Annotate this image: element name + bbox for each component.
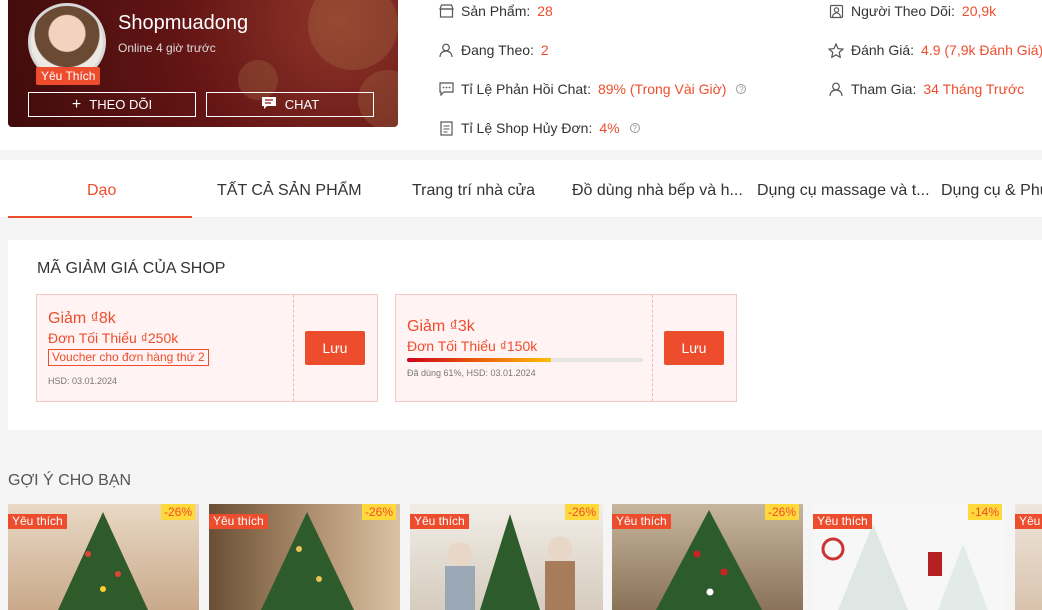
voucher-card: Giảm ₫3k Đơn Tối Thiểu ₫150k Đã dùng 61%… xyxy=(395,294,737,402)
favorite-tag: Yêu thích xyxy=(813,514,872,529)
discount-badge: -14% xyxy=(967,504,1002,520)
voucher-section: MÃ GIẢM GIÁ CỦA SHOP Giảm ₫8k Đơn Tối Th… xyxy=(8,240,1042,430)
tab-all-products[interactable]: TẤT CẢ SẢN PHẨM xyxy=(217,160,362,218)
discount-badge: -26% xyxy=(764,504,799,520)
active-tab-indicator xyxy=(8,216,192,218)
chat-icon xyxy=(261,96,277,113)
favorite-tag: Yêu xyxy=(1015,514,1042,529)
product-card[interactable]: Yêu thích -26% xyxy=(209,504,400,610)
chat-button[interactable]: CHAT xyxy=(206,92,374,117)
voucher-title: MÃ GIẢM GIÁ CỦA SHOP xyxy=(37,260,226,277)
follow-button[interactable]: + THEO DÕI xyxy=(28,92,196,117)
stat-joined: Tham Gia: 34 Tháng Trước xyxy=(828,81,1024,97)
product-card[interactable]: Yêu thích -14% xyxy=(813,504,1006,610)
follow-label: THEO DÕI xyxy=(89,97,153,112)
stat-products: Sản Phẩm: 28 xyxy=(438,3,553,19)
help-icon[interactable]: ? xyxy=(629,123,640,133)
voucher-discount: Giảm ₫3k xyxy=(407,318,475,335)
cancel-rate-value: 4% xyxy=(599,120,620,136)
rating-value: 4.9 (7,9k Đánh Giá) xyxy=(921,42,1042,58)
tab-massage[interactable]: Dụng cụ massage và t... xyxy=(757,160,930,218)
user-icon xyxy=(438,42,454,58)
stat-cancel-rate: Tỉ Lệ Shop Hủy Đơn: 4% ? xyxy=(438,120,640,136)
joined-value: 34 Tháng Trước xyxy=(923,81,1025,97)
voucher-min-order: Đơn Tối Thiểu ₫150k xyxy=(407,338,538,354)
favorite-tag: Yêu thích xyxy=(410,514,469,529)
product-card[interactable]: Yêu thích -26% xyxy=(410,504,603,610)
stat-followers: Người Theo Dõi: 20,9k xyxy=(828,3,996,19)
document-icon xyxy=(438,120,454,136)
star-icon xyxy=(828,42,844,58)
chat-label: CHAT xyxy=(284,97,320,112)
chat-bubble-icon xyxy=(438,81,454,97)
voucher-expiry: HSD: 03.01.2024 xyxy=(48,376,118,386)
online-status: Online 4 giờ trước xyxy=(118,41,216,55)
save-voucher-button[interactable]: Lưu xyxy=(664,331,724,365)
plus-icon: + xyxy=(71,95,82,113)
voucher-usage-bar xyxy=(407,358,643,362)
store-icon xyxy=(438,3,454,19)
followers-icon xyxy=(828,3,844,19)
favorite-tag: Yêu thích xyxy=(209,514,268,529)
user-icon xyxy=(828,81,844,97)
shop-card: Yêu Thích Shopmuadong Online 4 giờ trước… xyxy=(8,0,398,127)
discount-badge: -26% xyxy=(564,504,599,520)
stat-rating: Đánh Giá: 4.9 (7,9k Đánh Giá) xyxy=(828,42,1042,58)
tab-dao[interactable]: Dạo xyxy=(87,160,116,218)
voucher-discount: Giảm ₫8k xyxy=(48,310,116,327)
discount-badge: -26% xyxy=(361,504,396,520)
voucher-min-order: Đơn Tối Thiểu ₫250k xyxy=(48,330,179,346)
product-card[interactable]: Yêu xyxy=(1015,504,1042,610)
tab-kitchen[interactable]: Đồ dùng nhà bếp và h... xyxy=(572,160,743,218)
products-value: 28 xyxy=(537,3,553,19)
tab-tools[interactable]: Dụng cụ & Phụ xyxy=(941,160,1042,218)
save-voucher-button[interactable]: Lưu xyxy=(305,331,365,365)
favorite-badge: Yêu Thích xyxy=(36,67,101,85)
shop-name: Shopmuadong xyxy=(118,12,249,34)
followers-value: 20,9k xyxy=(961,3,997,19)
chat-rate-value: 89% (Trong Vài Giờ) xyxy=(597,81,727,97)
favorite-tag: Yêu thích xyxy=(8,514,67,529)
voucher-tag: Voucher cho đơn hàng thứ 2 xyxy=(48,349,209,366)
favorite-tag: Yêu thích xyxy=(612,514,671,529)
shop-tabs: Dạo TẤT CẢ SẢN PHẨM Trang trí nhà cửa Đồ… xyxy=(0,160,1042,218)
product-card[interactable]: Yêu thích -26% xyxy=(8,504,199,610)
following-value: 2 xyxy=(540,42,549,58)
stat-chat-rate: Tỉ Lệ Phản Hồi Chat: 89% (Trong Vài Giờ)… xyxy=(438,81,747,97)
shop-header: Yêu Thích Shopmuadong Online 4 giờ trước… xyxy=(0,0,1042,150)
tab-home-decor[interactable]: Trang trí nhà cửa xyxy=(412,160,535,218)
voucher-card: Giảm ₫8k Đơn Tối Thiểu ₫250k Voucher cho… xyxy=(36,294,378,402)
help-icon[interactable]: ? xyxy=(736,84,747,94)
product-card[interactable]: Yêu thích -26% xyxy=(612,504,803,610)
stat-following: Đang Theo: 2 xyxy=(438,42,549,58)
voucher-usage-text: Đã dùng 61%, HSD: 03.01.2024 xyxy=(407,368,536,378)
discount-badge: -26% xyxy=(160,504,195,520)
suggestions-title: GỢI Ý CHO BẠN xyxy=(8,472,132,489)
